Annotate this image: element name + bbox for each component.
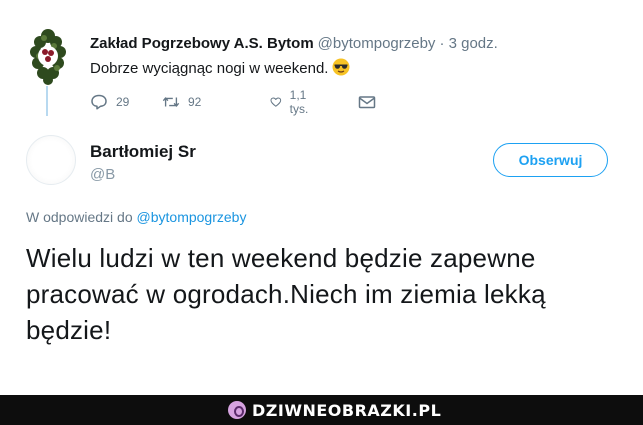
parent-tweet-header: Zakład Pogrzebowy A.S. Bytom @bytompogrze… [90,35,498,52]
retweet-action[interactable]: 92 [162,94,201,110]
parent-tweet: Zakład Pogrzebowy A.S. Bytom @bytompogrze… [0,0,643,120]
reply-action[interactable]: 29 [90,94,129,110]
reply-author-handle[interactable]: @B [90,166,115,183]
reply-author-name[interactable]: Bartłomiej Sr [90,142,196,162]
reply-count: 29 [116,95,130,109]
reply-context-prefix: W odpowiedzi do [26,209,133,225]
like-count: 1,1 tys. [289,88,309,116]
direct-message-action[interactable] [358,94,376,110]
reply-to-handle-link[interactable]: @bytompogrzeby [137,209,247,225]
funeral-wreath-icon[interactable] [27,26,69,86]
follow-button[interactable]: Obserwuj [493,143,608,177]
heart-icon [270,97,282,107]
watermark-bar: DZIWNEOBRAZKI.PL [0,395,643,425]
brand-logo: DZIWNEOBRAZKI.PL [228,400,441,420]
brand-logo-icon [228,401,246,419]
retweet-count: 92 [188,95,202,109]
parent-author-name[interactable]: Zakład Pogrzebowy A.S. Bytom [90,35,314,52]
avatar[interactable] [26,135,76,185]
retweet-icon [162,97,180,107]
thread-connector-line [46,86,48,116]
reply-tweet-text: Wielu ludzi w ten weekend będzie zapewne… [26,243,546,345]
envelope-icon [358,96,376,109]
parent-author-handle[interactable]: @bytompogrzeby [318,35,436,52]
reply-icon [91,94,107,110]
sunglasses-emoji-icon [332,58,350,76]
parent-tweet-time[interactable]: · 3 godz. [439,35,497,52]
like-action[interactable]: 1,1 tys. [270,88,315,116]
brand-name: DZIWNEOBRAZKI.PL [252,400,442,420]
parent-tweet-text-content: Dobrze wyciągnąc nogi w weekend. [90,60,329,77]
reply-context: W odpowiedzi do @bytompogrzeby [26,209,246,225]
parent-tweet-text: Dobrze wyciągnąc nogi w weekend. [90,58,350,77]
reply-tweet: Bartłomiej Sr @B Obserwuj W odpowiedzi d… [0,120,643,395]
